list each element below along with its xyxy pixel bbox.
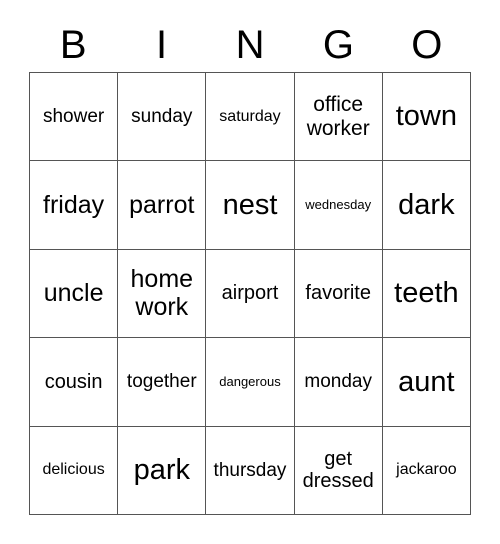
bingo-cell-label: get dressed xyxy=(302,447,374,493)
bingo-cell-label: sunday xyxy=(131,106,193,128)
bingo-cell-label: dangerous xyxy=(219,373,281,389)
bingo-cell-r4c1[interactable]: cousin xyxy=(30,338,119,427)
bingo-cell-r1c5[interactable]: town xyxy=(382,73,471,162)
bingo-cell-r3c3[interactable]: airport xyxy=(206,249,295,339)
bingo-cell-r3c4[interactable]: favorite xyxy=(294,249,383,339)
bingo-cell-r4c5[interactable]: aunt xyxy=(382,338,471,427)
bingo-cell-label: home work xyxy=(130,265,194,322)
bingo-header-row: B I N G O xyxy=(29,18,471,72)
bingo-cell-label: wednesday xyxy=(305,196,372,212)
bingo-cell-r5c3[interactable]: thursday xyxy=(206,426,295,515)
bingo-cell-label: nest xyxy=(222,188,278,221)
bingo-cell-r2c5[interactable]: dark xyxy=(382,161,471,250)
bingo-cell-label: together xyxy=(126,371,197,393)
bingo-cell-label: uncle xyxy=(43,279,104,308)
bingo-cell-r1c1[interactable]: shower xyxy=(30,73,119,162)
bingo-cell-r5c2[interactable]: park xyxy=(118,426,207,515)
bingo-cell-r4c4[interactable]: monday xyxy=(294,338,383,427)
bingo-cell-r3c5[interactable]: teeth xyxy=(382,249,471,339)
bingo-card: B I N G O shower sunday saturday office … xyxy=(0,0,500,544)
bingo-cell-label: favorite xyxy=(305,282,371,305)
bingo-cell-r2c4[interactable]: wednesday xyxy=(294,161,383,250)
bingo-cell-label: town xyxy=(395,100,458,133)
bingo-cell-r2c3[interactable]: nest xyxy=(206,161,295,250)
bingo-cell-label: parrot xyxy=(129,191,195,220)
bingo-cell-r2c2[interactable]: parrot xyxy=(118,161,207,250)
bingo-cell-r5c1[interactable]: delicious xyxy=(30,426,119,515)
bingo-cell-r1c4[interactable]: office worker xyxy=(294,73,383,162)
bingo-cell-r5c4[interactable]: get dressed xyxy=(294,426,383,515)
bingo-cell-label: aunt xyxy=(398,365,455,398)
header-letter-g: G xyxy=(322,23,354,67)
bingo-cell-r4c3[interactable]: dangerous xyxy=(206,338,295,427)
bingo-cell-r4c2[interactable]: together xyxy=(118,338,207,427)
bingo-cell-label: saturday xyxy=(219,107,281,125)
bingo-cell-label: shower xyxy=(42,106,105,128)
bingo-cell-r1c3[interactable]: saturday xyxy=(206,73,295,162)
bingo-cell-label: thursday xyxy=(213,459,287,481)
bingo-cell-r3c1[interactable]: uncle xyxy=(30,249,119,339)
bingo-cell-label: park xyxy=(133,454,190,487)
bingo-cell-r5c5[interactable]: jackaroo xyxy=(382,426,471,515)
bingo-cell-label: office worker xyxy=(306,93,370,140)
bingo-cell-label: airport xyxy=(221,282,279,305)
header-letter-i: I xyxy=(156,23,168,67)
bingo-cell-label: delicious xyxy=(42,461,105,479)
bingo-grid: shower sunday saturday office worker tow… xyxy=(29,72,471,515)
bingo-cell-r1c2[interactable]: sunday xyxy=(118,73,207,162)
bingo-cell-r3c2[interactable]: home work xyxy=(118,249,207,339)
bingo-cell-label: monday xyxy=(304,371,372,393)
bingo-cell-label: teeth xyxy=(394,277,459,310)
header-letter-b: B xyxy=(59,23,87,67)
bingo-cell-label: dark xyxy=(398,188,455,221)
bingo-cell-label: cousin xyxy=(44,370,103,393)
header-letter-n: N xyxy=(235,23,265,67)
header-letter-o: O xyxy=(411,23,443,67)
bingo-cell-label: jackaroo xyxy=(396,461,457,479)
bingo-cell-r2c1[interactable]: friday xyxy=(30,161,119,250)
bingo-cell-label: friday xyxy=(43,191,105,220)
